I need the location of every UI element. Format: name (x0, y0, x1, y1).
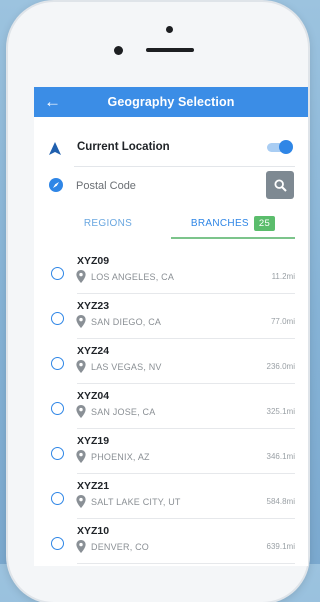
tab-bar: REGIONS BRANCHES 25 (34, 209, 308, 243)
location-pin-icon (76, 315, 86, 328)
branch-distance: 639.1mi (266, 542, 295, 551)
active-tab-indicator (171, 237, 295, 239)
list-item[interactable]: XYZ19 PHOENIX, AZ 346.1mi (34, 429, 308, 474)
location-pin-icon (76, 270, 86, 283)
branch-code: XYZ24 (77, 345, 110, 357)
back-arrow-icon[interactable]: ← (44, 92, 61, 112)
branch-city: PHOENIX, AZ (91, 452, 150, 462)
branch-city: SALT LAKE CITY, UT (91, 497, 181, 507)
branch-code: XYZ10 (77, 525, 110, 537)
radio-button[interactable] (51, 537, 64, 550)
branch-list: XYZ09 LOS ANGELES, CA 11.2mi XYZ23 SAN D… (34, 249, 308, 564)
branch-city: SAN JOSE, CA (91, 407, 156, 417)
app-screen: ← Geography Selection Current Location P… (34, 87, 308, 566)
branch-city: LOS ANGELES, CA (91, 272, 175, 282)
branch-distance: 11.2mi (271, 272, 295, 281)
phone-frame: ← Geography Selection Current Location P… (8, 2, 308, 602)
list-item[interactable]: XYZ24 LAS VEGAS, NV 236.0mi (34, 339, 308, 384)
current-location-toggle[interactable] (267, 140, 293, 154)
radio-button[interactable] (51, 312, 64, 325)
branch-code: XYZ09 (77, 255, 110, 267)
branch-code: XYZ23 (77, 300, 110, 312)
proximity-sensor (114, 46, 123, 55)
location-pin-icon (76, 495, 86, 508)
tab-regions[interactable]: REGIONS (46, 209, 170, 237)
branches-count-badge: 25 (253, 215, 276, 231)
branch-distance: 584.8mi (266, 497, 295, 506)
earpiece-speaker (146, 48, 194, 52)
branch-city: SAN DIEGO, CA (91, 317, 162, 327)
branch-distance: 325.1mi (266, 407, 295, 416)
radio-button[interactable] (51, 357, 64, 370)
list-item[interactable]: XYZ04 SAN JOSE, CA 325.1mi (34, 384, 308, 429)
branch-distance: 236.0mi (266, 362, 295, 371)
radio-button[interactable] (51, 447, 64, 460)
branch-city: DENVER, CO (91, 542, 150, 552)
branch-city: LAS VEGAS, NV (91, 362, 162, 372)
tab-branches[interactable]: BRANCHES 25 (171, 209, 295, 237)
location-pin-icon (76, 450, 86, 463)
compass-icon (49, 178, 63, 192)
tab-regions-label: REGIONS (83, 217, 133, 229)
tab-branches-label: BRANCHES (190, 217, 249, 229)
app-bar: ← Geography Selection (34, 87, 308, 117)
postal-code-input[interactable] (74, 175, 258, 197)
location-pin-icon (76, 405, 86, 418)
branch-code: XYZ21 (77, 480, 110, 492)
list-item[interactable]: XYZ23 SAN DIEGO, CA 77.0mi (34, 294, 308, 339)
toggle-knob (279, 140, 293, 154)
branch-code: XYZ04 (77, 390, 110, 402)
navigation-arrow-icon (49, 142, 61, 155)
page-title: Geography Selection (107, 95, 235, 109)
location-pin-icon (76, 360, 86, 373)
radio-button[interactable] (51, 267, 64, 280)
list-item[interactable]: XYZ09 LOS ANGELES, CA 11.2mi (34, 249, 308, 294)
radio-button[interactable] (51, 492, 64, 505)
branch-code: XYZ19 (77, 435, 110, 447)
branch-distance: 346.1mi (266, 452, 295, 461)
postal-code-row (34, 167, 308, 203)
search-icon (273, 178, 287, 192)
location-pin-icon (76, 540, 86, 553)
list-item[interactable]: XYZ21 SALT LAKE CITY, UT 584.8mi (34, 474, 308, 519)
branch-distance: 77.0mi (270, 317, 295, 326)
search-button[interactable] (266, 171, 294, 199)
front-camera (166, 26, 173, 33)
list-item[interactable]: XYZ10 DENVER, CO 639.1mi (34, 519, 308, 564)
current-location-row: Current Location (34, 133, 308, 167)
current-location-label: Current Location (77, 141, 170, 153)
radio-button[interactable] (51, 402, 64, 415)
